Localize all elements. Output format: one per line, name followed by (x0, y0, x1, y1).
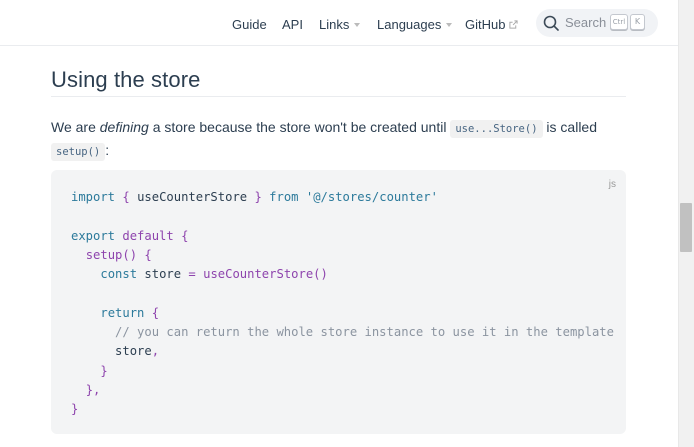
code-line: }, (85, 382, 101, 397)
nav-item-languages[interactable]: Languages (377, 17, 453, 33)
shortcut-ctrl-key: Ctrl (610, 14, 628, 30)
shortcut-k-key: K (630, 14, 645, 30)
external-link-icon (509, 20, 519, 29)
intro-emphasis: defining (99, 119, 149, 135)
search-button[interactable]: Search Ctrl K (536, 9, 658, 37)
search-icon (543, 15, 559, 31)
chevron-down-icon (446, 22, 453, 27)
nav-item-languages-label: Languages (377, 17, 442, 32)
code-content: import { useCounterStore } from '@/store… (71, 188, 614, 420)
nav-item-links[interactable]: Links (319, 17, 361, 33)
scrollbar-thumb[interactable] (680, 203, 692, 252)
intro-prefix: We are (51, 119, 100, 135)
intro-end: : (105, 142, 110, 158)
heading-divider (51, 96, 626, 97)
top-navbar: Guide API Links Languages GitHub Search … (0, 0, 678, 46)
code-line: } (71, 402, 79, 417)
code-line: return { (100, 305, 160, 320)
nav-item-guide[interactable]: Guide (232, 17, 267, 33)
nav-item-api[interactable]: API (282, 17, 303, 33)
intro-mid: a store because the store won't be creat… (148, 119, 451, 135)
code-block: js import { useCounterStore } from '@/st… (51, 170, 626, 434)
intro-line-2: setup(): (51, 139, 109, 164)
section-heading: Using the store (51, 67, 201, 92)
code-line: const store = useCounterStore() (100, 267, 328, 282)
code-line: import { useCounterStore } from '@/store… (71, 190, 438, 204)
nav-item-links-label: Links (319, 17, 350, 32)
search-placeholder: Search (565, 15, 607, 30)
code-line: store, (115, 344, 160, 359)
code-line: } (100, 363, 108, 378)
code-line: export default { (71, 228, 189, 243)
inline-code-use-store: use...Store() (450, 120, 543, 138)
chevron-down-icon (354, 22, 361, 27)
code-line: setup() { (85, 247, 152, 262)
nav-item-github[interactable]: GitHub (465, 17, 519, 33)
nav-item-github-label: GitHub (465, 17, 506, 32)
code-line: // you can return the whole store instan… (115, 325, 614, 340)
intro-paragraph: We are defining a store because the stor… (51, 116, 626, 164)
inline-code-setup: setup() (51, 143, 106, 161)
